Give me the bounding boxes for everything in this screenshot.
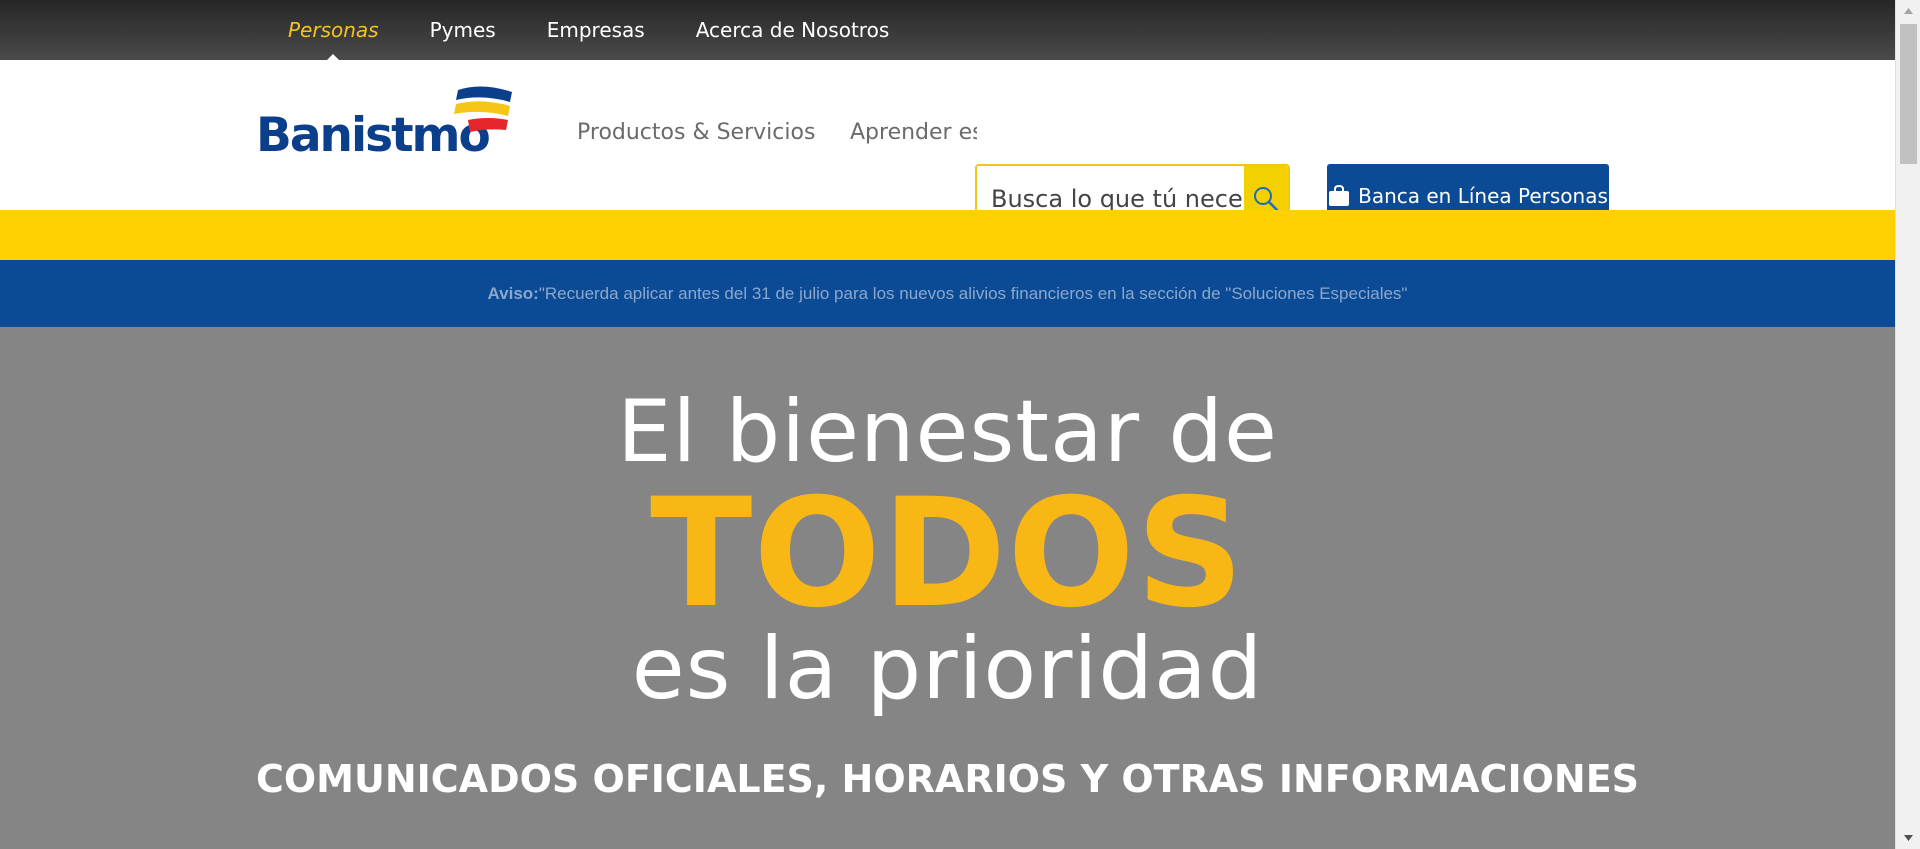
scroll-down-arrow-icon[interactable] bbox=[1896, 827, 1920, 849]
vertical-scrollbar[interactable] bbox=[1895, 0, 1920, 849]
notice-banner: Aviso: "Recuerda aplicar antes del 31 de … bbox=[0, 260, 1895, 327]
logo-flag-icon bbox=[454, 86, 512, 132]
banca-label: Banca en Línea Personas bbox=[1358, 183, 1608, 208]
page: Personas Pymes Empresas Acerca de Nosotr… bbox=[0, 0, 1895, 849]
hero-line-2: TODOS bbox=[650, 467, 1245, 641]
nav-aprender[interactable]: Aprender es bbox=[850, 120, 977, 145]
segment-pymes[interactable]: Pymes bbox=[430, 0, 496, 60]
briefcase-icon bbox=[1328, 184, 1350, 207]
segment-nav: Personas Pymes Empresas Acerca de Nosotr… bbox=[288, 0, 940, 61]
hero-line-3: es la prioridad bbox=[631, 619, 1264, 719]
main-nav: Productos & Servicios Aprender es bbox=[577, 60, 977, 210]
site-header: Banistmo Productos & Servicios Aprender … bbox=[0, 60, 1895, 233]
search-icon bbox=[1254, 186, 1279, 211]
segment-bar: Personas Pymes Empresas Acerca de Nosotr… bbox=[0, 0, 1895, 61]
yellow-band bbox=[0, 210, 1895, 260]
notice-label: Aviso: bbox=[487, 283, 539, 303]
notice-text: "Recuerda aplicar antes del 31 de julio … bbox=[538, 283, 1408, 303]
banistmo-logo[interactable]: Banistmo bbox=[256, 84, 516, 184]
segment-acerca[interactable]: Acerca de Nosotros bbox=[696, 0, 890, 60]
hero-banner[interactable]: El bienestar de TODOS es la prioridad CO… bbox=[0, 327, 1895, 849]
segment-empresas[interactable]: Empresas bbox=[547, 0, 645, 60]
nav-productos-servicios[interactable]: Productos & Servicios bbox=[577, 120, 815, 145]
scroll-up-arrow-icon[interactable] bbox=[1896, 0, 1920, 22]
hero-subtitle: COMUNICADOS OFICIALES, HORARIOS Y OTRAS … bbox=[255, 757, 1640, 801]
segment-personas[interactable]: Personas bbox=[288, 0, 379, 61]
scrollbar-thumb[interactable] bbox=[1900, 24, 1917, 164]
